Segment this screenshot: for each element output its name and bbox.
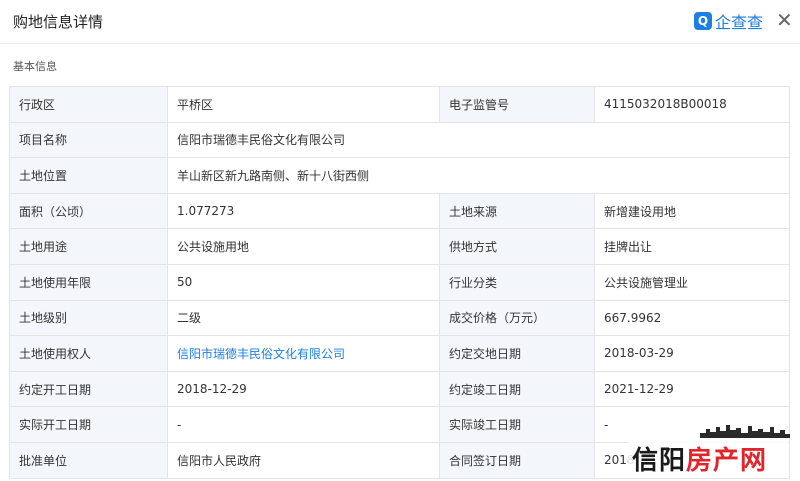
dialog-title: 购地信息详情	[13, 13, 104, 31]
label-land-user: 土地使用权人	[9, 335, 168, 372]
watermark-site: 房产网	[686, 446, 768, 476]
table-row: 土地使用权人 信阳市瑞德丰民俗文化有限公司 约定交地日期 2018-03-29	[9, 335, 790, 372]
value-use-term: 50	[167, 263, 440, 301]
table-row: 项目名称 信阳市瑞德丰民俗文化有限公司	[9, 121, 790, 159]
value-land-use: 公共设施用地	[167, 228, 440, 265]
section-title: 基本信息	[13, 60, 57, 73]
label-land-source: 土地来源	[439, 192, 595, 230]
label-contract-date: 合同签订日期	[439, 441, 595, 479]
land-info-table: 行政区 平桥区 电子监管号 4115032018B00018 项目名称 信阳市瑞…	[9, 86, 790, 479]
value-planned-completion: 2021-12-29	[594, 370, 790, 408]
table-row: 土地使用年限 50 行业分类 公共设施管理业	[9, 263, 790, 301]
label-deal-price: 成交价格（万元）	[439, 299, 595, 337]
label-industry: 行业分类	[439, 263, 595, 301]
label-land-use: 土地用途	[9, 228, 168, 265]
label-planned-start: 约定开工日期	[9, 370, 168, 408]
value-supply-method: 挂牌出让	[594, 228, 790, 265]
label-project-name: 项目名称	[9, 121, 168, 159]
table-row: 约定开工日期 2018-12-29 约定竣工日期 2021-12-29	[9, 370, 790, 408]
table-row: 面积（公顷） 1.077273 土地来源 新增建设用地	[9, 192, 790, 230]
dialog-header: 购地信息详情 Q 企查查 ✕	[0, 0, 800, 44]
label-land-location: 土地位置	[9, 157, 168, 194]
brand-logo: Q 企查查	[694, 9, 763, 33]
land-user-link[interactable]: 信阳市瑞德丰民俗文化有限公司	[167, 335, 440, 372]
value-land-source: 新增建设用地	[594, 192, 790, 230]
value-district: 平桥区	[167, 86, 440, 123]
table-row: 土地级别 二级 成交价格（万元） 667.9962	[9, 299, 790, 337]
label-actual-completion: 实际竣工日期	[439, 406, 595, 443]
label-actual-start: 实际开工日期	[9, 406, 168, 443]
watermark-city: 信阳	[632, 446, 687, 476]
value-project-name: 信阳市瑞德丰民俗文化有限公司	[167, 121, 790, 159]
value-approval-unit: 信阳市人民政府	[167, 441, 440, 479]
value-planned-start: 2018-12-29	[167, 370, 440, 408]
value-land-grade: 二级	[167, 299, 440, 337]
city-skyline-icon	[700, 425, 790, 438]
value-industry: 公共设施管理业	[594, 263, 790, 301]
value-deal-price: 667.9962	[594, 299, 790, 337]
label-planned-completion: 约定竣工日期	[439, 370, 595, 408]
brand-name: 企查查	[715, 13, 764, 32]
qichacha-logo-icon: Q	[694, 12, 712, 30]
table-row: 土地位置 羊山新区新九路南侧、新十八街西侧	[9, 157, 790, 194]
value-land-location: 羊山新区新九路南侧、新十八街西侧	[167, 157, 790, 194]
label-supervision-no: 电子监管号	[439, 86, 595, 123]
value-area: 1.077273	[167, 192, 440, 230]
label-district: 行政区	[9, 86, 168, 123]
label-area: 面积（公顷）	[9, 192, 168, 230]
label-use-term: 土地使用年限	[9, 263, 168, 301]
table-row: 行政区 平桥区 电子监管号 4115032018B00018	[9, 86, 790, 123]
value-actual-start: -	[167, 406, 440, 443]
close-icon[interactable]: ✕	[776, 8, 793, 32]
label-land-grade: 土地级别	[9, 299, 168, 337]
label-supply-method: 供地方式	[439, 228, 595, 265]
watermark-logo: 信阳房产网	[632, 440, 767, 477]
label-approval-unit: 批准单位	[9, 441, 168, 479]
value-delivery-date: 2018-03-29	[594, 335, 790, 372]
value-supervision-no: 4115032018B00018	[594, 86, 790, 123]
table-row: 土地用途 公共设施用地 供地方式 挂牌出让	[9, 228, 790, 265]
label-delivery-date: 约定交地日期	[439, 335, 595, 372]
